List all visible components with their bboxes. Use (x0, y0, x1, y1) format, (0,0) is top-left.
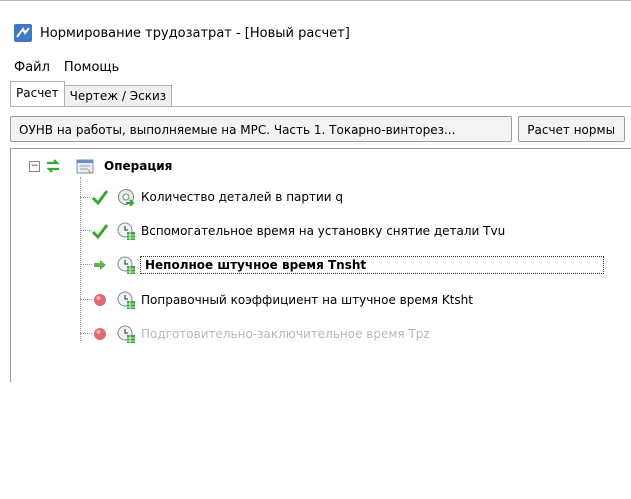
tree-item-correction-coefficient[interactable]: Поправочный коэффициент на штучное время… (91, 289, 473, 311)
red-dot-icon (91, 325, 109, 343)
clock-table-icon (117, 222, 135, 240)
collapse-toggle[interactable]: − (29, 160, 40, 172)
clock-table-icon (117, 256, 135, 274)
menu-file[interactable]: Файл (14, 60, 50, 75)
tree-item-label: Поправочный коэффициент на штучное время… (141, 293, 473, 307)
tab-divider (10, 106, 631, 107)
red-dot-icon (91, 291, 109, 309)
menu-bar: Файл Помощь (14, 60, 119, 75)
tree-item-label-selected: Неполное штучное время Tnsht (140, 256, 604, 274)
tree-item-label: Количество деталей в партии q (141, 190, 344, 204)
tree-item-label: Подготовительно-заключительное время Tpz (141, 327, 430, 341)
clock-table-icon (117, 325, 135, 343)
app-icon (14, 24, 32, 42)
window-title: Нормирование трудозатрат - [Новый расчет… (40, 25, 350, 41)
check-icon (91, 188, 109, 206)
breadcrumb: ОУНВ на работы, выполняемые на МРС. Част… (10, 116, 631, 144)
tab-strip: Расчет Чертеж / Эскиз (10, 81, 173, 106)
tab-calculation[interactable]: Расчет (10, 81, 65, 106)
tree-root-operation[interactable]: − Операция (29, 155, 172, 177)
form-icon (76, 159, 94, 174)
breadcrumb-norm-source[interactable]: ОУНВ на работы, выполняемые на МРС. Част… (10, 116, 513, 142)
check-icon (91, 222, 109, 240)
refresh-arrows-icon (46, 159, 60, 173)
tree-item-prep-final-time[interactable]: Подготовительно-заключительное время Tpz (91, 323, 430, 345)
window-top-border (0, 0, 631, 1)
tree-item-aux-time[interactable]: Вспомогательное время на установку сняти… (91, 220, 505, 242)
tree-item-label: Вспомогательное время на установку сняти… (141, 224, 506, 238)
title-bar: Нормирование трудозатрат - [Новый расчет… (14, 22, 350, 44)
breadcrumb-calculation[interactable]: Расчет нормы (518, 116, 625, 142)
tree-item-incomplete-piece-time[interactable]: Неполное штучное время Tnsht (91, 254, 604, 276)
tree-connector (80, 177, 81, 341)
tree-root-label: Операция (104, 159, 173, 173)
tab-drawing-sketch[interactable]: Чертеж / Эскиз (63, 85, 173, 106)
arrow-right-icon (91, 256, 109, 274)
menu-help[interactable]: Помощь (64, 60, 119, 75)
gear-arrow-icon (118, 189, 135, 206)
operation-tree: − Операция Количество деталей в партии q (10, 148, 631, 382)
clock-table-icon (117, 291, 135, 309)
tree-item-part-quantity[interactable]: Количество деталей в партии q (91, 186, 343, 208)
